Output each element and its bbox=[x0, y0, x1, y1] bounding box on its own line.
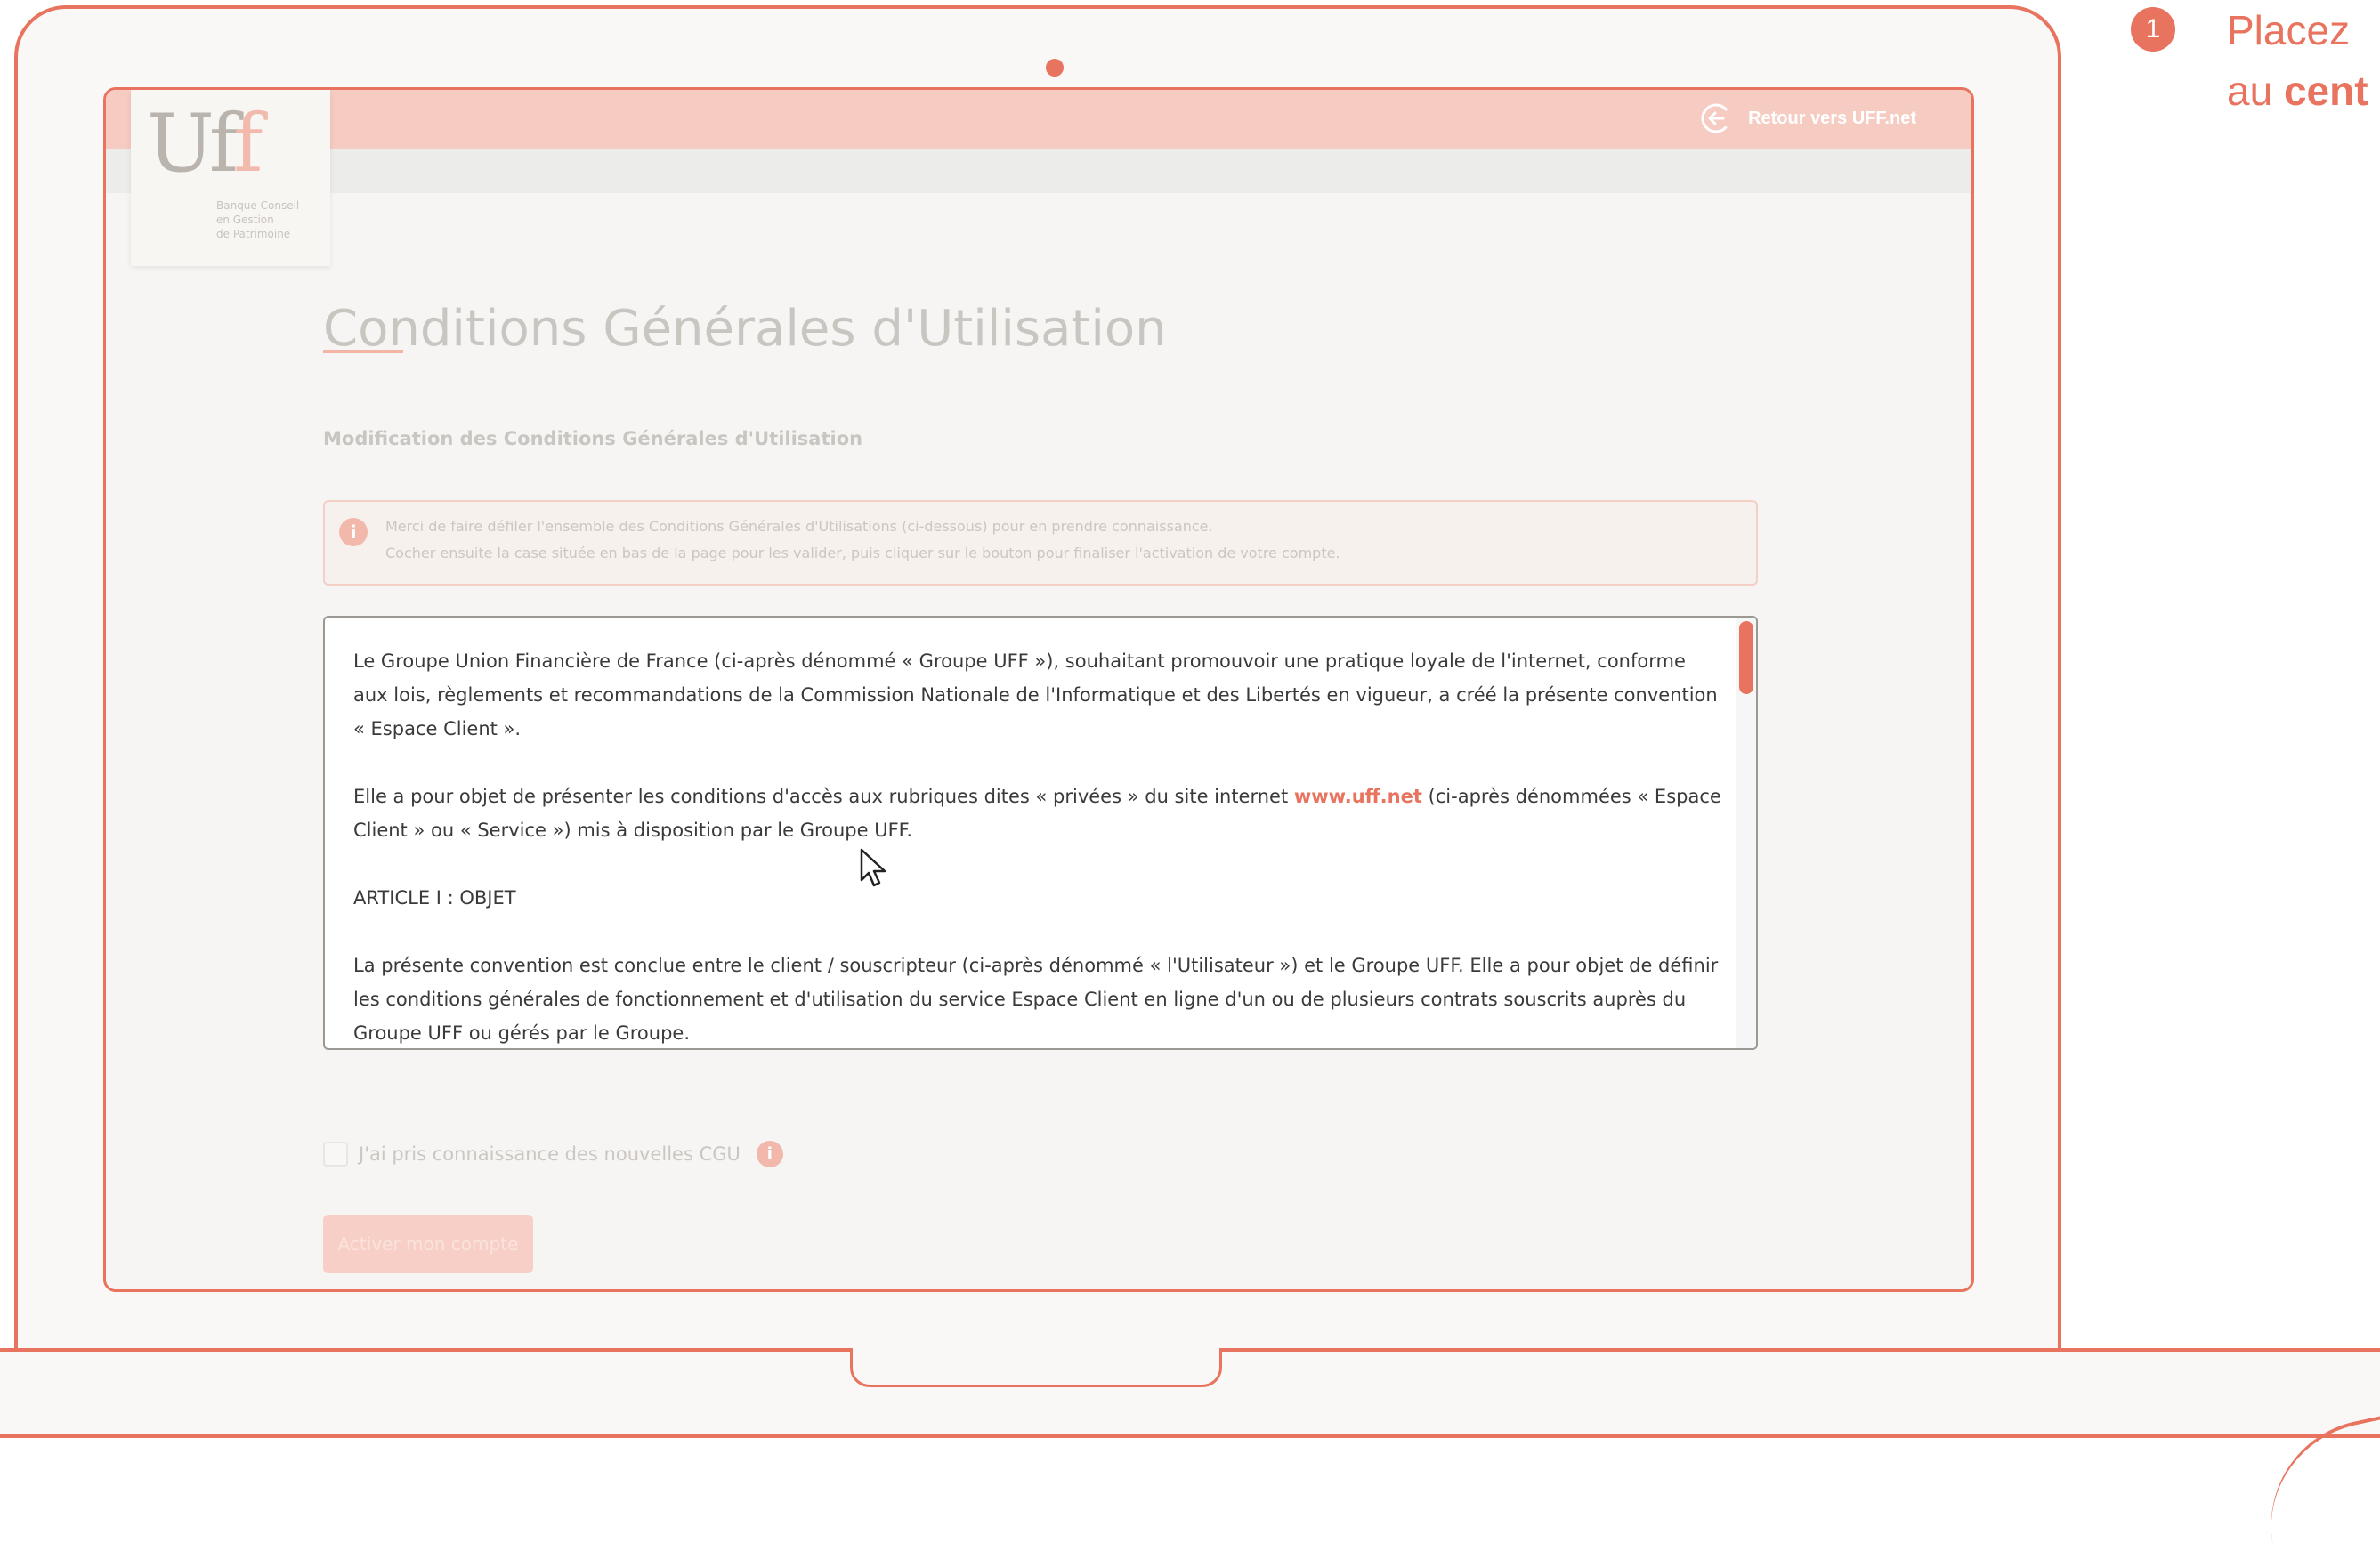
instruction-line-1: Placez bbox=[2227, 7, 2351, 53]
article-heading: ARTICLE I : OBJET bbox=[353, 887, 516, 909]
section-heading: Modification des Conditions Générales d'… bbox=[323, 428, 863, 449]
browser-screen: Retour vers UFF.net Uff Banque Conseil e… bbox=[103, 87, 1974, 1292]
sub-bar bbox=[106, 149, 1971, 193]
logo-letter-f1: f bbox=[208, 97, 239, 190]
title-underline bbox=[323, 350, 403, 353]
terms-p2-before: Elle a pour objet de présenter les condi… bbox=[353, 786, 1294, 807]
terms-paragraph-2: Elle a pour objet de présenter les condi… bbox=[353, 780, 1724, 847]
logo-letter-u: U bbox=[147, 97, 215, 190]
terms-text: Le Groupe Union Financière de France (ci… bbox=[353, 644, 1724, 1048]
consent-label[interactable]: J'ai pris connaissance des nouvelles CGU bbox=[359, 1143, 741, 1165]
info-notice: i Merci de faire défiler l'ensemble des … bbox=[323, 500, 1758, 586]
instruction-line-2-prefix: au bbox=[2227, 68, 2284, 114]
terms-scrollbar[interactable] bbox=[1736, 618, 1756, 1048]
instruction-line-2-bold: cent bbox=[2283, 68, 2368, 114]
info-line-1: Merci de faire défiler l'ensemble des Co… bbox=[385, 518, 1213, 535]
terms-paragraph-4: La présente convention est conclue entre… bbox=[353, 955, 1719, 1044]
uff-logo[interactable]: Uff Banque Conseil en Gestion de Patrimo… bbox=[131, 90, 330, 266]
instruction-line-2: au cent bbox=[2227, 61, 2368, 121]
uff-website-link[interactable]: www.uff.net bbox=[1294, 786, 1422, 807]
consent-row: J'ai pris connaissance des nouvelles CGU… bbox=[323, 1141, 783, 1167]
page-title: Conditions Générales d'Utilisation bbox=[323, 299, 1167, 358]
consent-info-icon[interactable]: i bbox=[756, 1141, 783, 1167]
back-to-uff-link[interactable]: Retour vers UFF.net bbox=[1700, 102, 1916, 134]
scrollbar-thumb[interactable] bbox=[1739, 621, 1753, 694]
activate-account-button[interactable]: Activer mon compte bbox=[323, 1215, 533, 1273]
tutorial-instruction: Placez au cent bbox=[2227, 0, 2368, 121]
terms-scroll-box[interactable]: Le Groupe Union Financière de France (ci… bbox=[323, 616, 1758, 1050]
consent-checkbox[interactable] bbox=[323, 1142, 348, 1167]
laptop-notch bbox=[850, 1348, 1222, 1387]
info-icon: i bbox=[339, 518, 368, 546]
back-arrow-icon bbox=[1701, 103, 1731, 133]
top-bar: Retour vers UFF.net bbox=[106, 90, 1971, 149]
logo-mark: Uff bbox=[147, 97, 263, 190]
logo-letter-f2: f bbox=[233, 97, 263, 190]
logo-tagline: Banque Conseil en Gestion de Patrimoine bbox=[216, 199, 300, 240]
webcam-dot bbox=[1046, 59, 1064, 77]
back-link-label: Retour vers UFF.net bbox=[1748, 108, 1916, 128]
terms-paragraph-1: Le Groupe Union Financière de France (ci… bbox=[353, 650, 1718, 739]
mouse-pointer-icon bbox=[860, 848, 886, 887]
step-number-badge: 1 bbox=[2131, 7, 2175, 52]
info-line-2: Cocher ensuite la case située en bas de … bbox=[385, 545, 1340, 561]
